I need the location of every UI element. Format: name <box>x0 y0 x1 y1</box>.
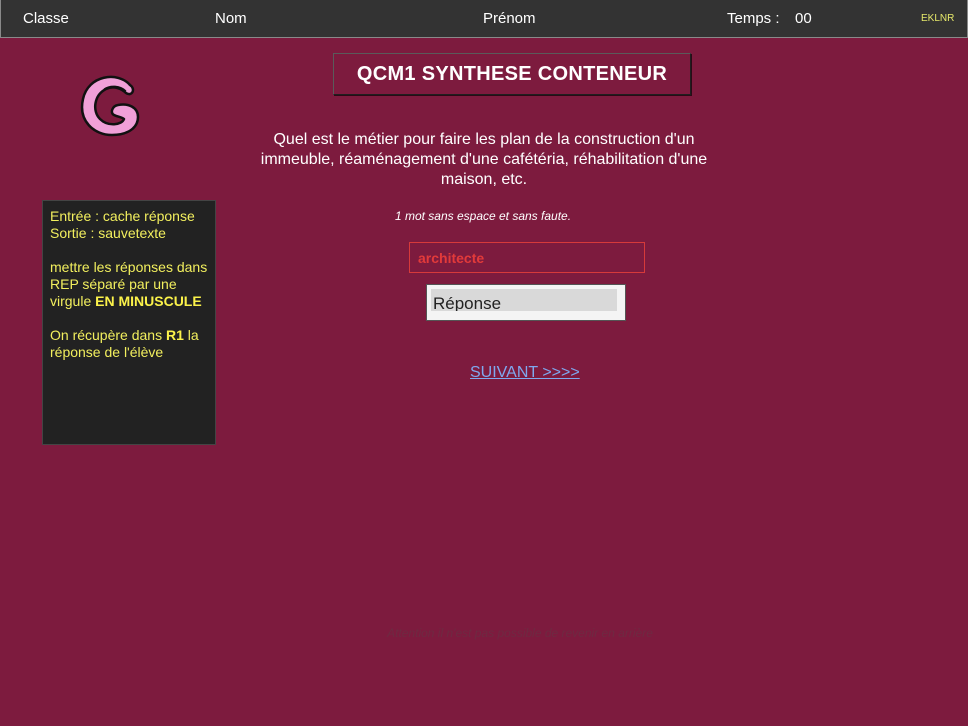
question-text: Quel est le métier pour faire les plan d… <box>260 131 708 188</box>
notes-r1-text: On récupère dans <box>50 327 166 343</box>
notes-line-entree: Entrée : cache réponse <box>50 208 195 224</box>
session-code: EKLNR <box>921 13 955 24</box>
answer-hint: 1 mot sans espace et sans faute. <box>394 209 572 223</box>
nom-label: Nom <box>215 10 247 27</box>
warning-text: Attention il n'est pas possible de reven… <box>387 626 653 640</box>
suivant-link[interactable]: SUIVANT >>>> <box>470 364 580 382</box>
temps-value: 00 <box>795 10 812 27</box>
instructions-panel: Entrée : cache réponse Sortie : sauvetex… <box>42 200 216 445</box>
classe-label: Classe <box>23 10 69 27</box>
temps-label: Temps : <box>727 10 780 27</box>
notes-rep-bold: EN MINUSCULE <box>95 293 202 309</box>
reponse-button-frame: Réponse <box>426 284 626 321</box>
page-title: QCM1 SYNTHESE CONTENEUR <box>333 53 691 95</box>
top-bar: Classe Nom Prénom Temps : 00 EKLNR <box>0 0 968 38</box>
notes-line-sortie: Sortie : sauvetexte <box>50 225 166 241</box>
g-letter-logo-icon <box>80 75 140 137</box>
prenom-label: Prénom <box>483 10 536 27</box>
notes-r1-bold: R1 <box>165 327 184 343</box>
reponse-button[interactable]: Réponse <box>431 289 617 311</box>
answer-input[interactable] <box>409 242 645 273</box>
